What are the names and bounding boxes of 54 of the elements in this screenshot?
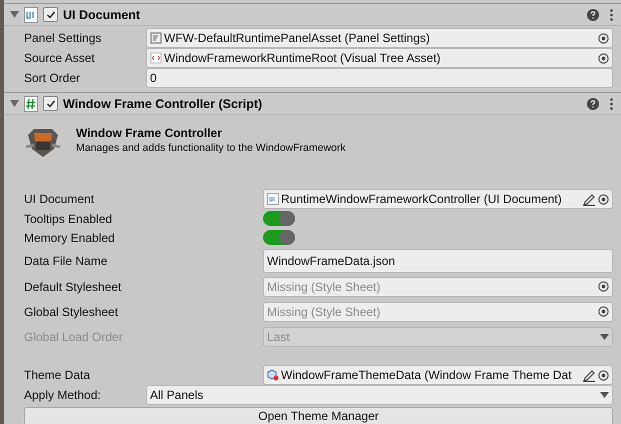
field-label: Data File Name xyxy=(24,254,108,268)
caret-icon xyxy=(600,392,609,398)
target-icon[interactable] xyxy=(598,281,609,292)
checkmark-icon xyxy=(46,98,56,108)
pencil-icon[interactable] xyxy=(582,368,596,382)
field-label: Source Asset xyxy=(24,51,96,65)
object-field[interactable]: RuntimeWindowFrameworkController (UI Document) xyxy=(263,189,613,209)
component-header[interactable]: UI Document xyxy=(4,3,621,26)
object-field[interactable]: WindowFrameworkRuntimeRoot (Visual Tree Asset) xyxy=(146,48,613,68)
component-header[interactable]: Window Frame Controller (Script) xyxy=(4,92,621,115)
enabled-checkbox[interactable] xyxy=(43,7,58,22)
open-theme-manager-button[interactable]: Open Theme Manager xyxy=(24,406,613,424)
cube-icon xyxy=(267,369,279,381)
more-options-icon[interactable] xyxy=(610,98,613,110)
object-field[interactable]: WindowFrameThemeData (Window Frame Theme Dat xyxy=(263,365,613,385)
field-label: Theme Data xyxy=(24,368,92,382)
pencil-icon[interactable] xyxy=(582,192,596,206)
field-label: UI Document xyxy=(24,192,96,206)
checkmark-icon xyxy=(46,10,56,20)
enabled-checkbox[interactable] xyxy=(43,96,58,111)
field-label: Sort Order xyxy=(24,71,82,85)
input-field[interactable]: 0 xyxy=(146,68,613,88)
field-label: Global Load Order xyxy=(24,330,124,344)
component-title: Window Frame Controller (Script) xyxy=(63,96,264,110)
expand-arrow-icon[interactable] xyxy=(10,99,19,108)
field-label: Memory Enabled xyxy=(24,230,116,244)
script-icon xyxy=(24,96,38,112)
dropdown[interactable]: All Panels xyxy=(146,385,613,405)
script-description: Manages and adds functionality to the WindowFramework xyxy=(76,142,346,154)
ui-document-icon xyxy=(24,6,38,22)
ui-icon xyxy=(267,193,279,205)
field-label: Tooltips Enabled xyxy=(24,212,114,226)
field-label: Apply Method: xyxy=(24,388,102,402)
help-icon[interactable] xyxy=(587,8,599,20)
expand-arrow-icon[interactable] xyxy=(10,10,19,19)
toggle-switch[interactable] xyxy=(263,230,295,245)
target-icon[interactable] xyxy=(598,370,609,380)
target-icon[interactable] xyxy=(598,306,609,317)
field-label: Default Stylesheet xyxy=(24,280,122,294)
help-icon[interactable] xyxy=(587,98,599,110)
toggle-switch[interactable] xyxy=(263,211,295,226)
component-title: UI Document xyxy=(63,8,142,22)
caret-icon xyxy=(600,334,609,340)
more-options-icon[interactable] xyxy=(610,8,613,20)
input-field[interactable]: WindowFrameData.json xyxy=(263,248,613,272)
script-title: Window Frame Controller xyxy=(76,126,223,140)
panel-settings-icon xyxy=(150,32,162,44)
target-icon[interactable] xyxy=(598,194,609,204)
target-icon[interactable] xyxy=(598,32,609,44)
field-label: Global Stylesheet xyxy=(24,304,120,318)
code-file-icon xyxy=(150,52,162,64)
object-field[interactable]: WFW-DefaultRuntimePanelAsset (Panel Settings) xyxy=(146,28,613,48)
target-icon[interactable] xyxy=(598,52,609,64)
field-label: Panel Settings xyxy=(24,31,102,45)
